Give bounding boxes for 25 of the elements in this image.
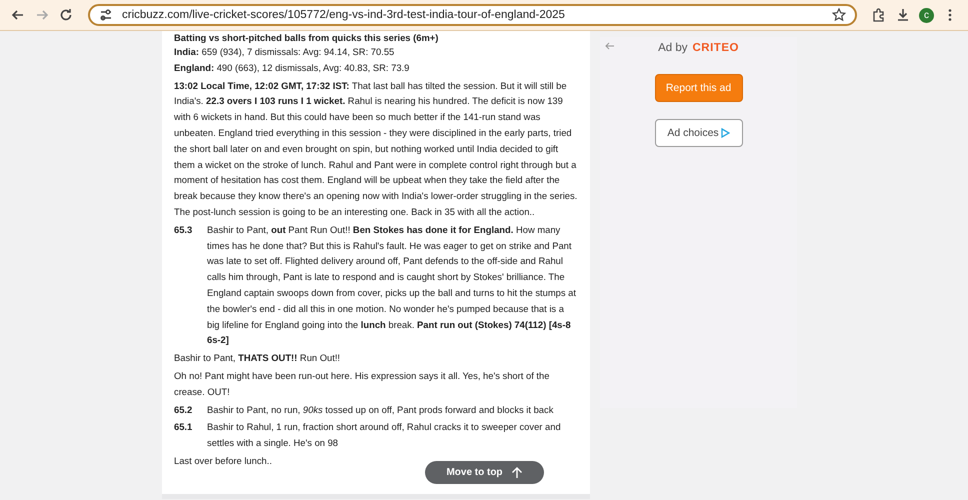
commentary-text: Bashir to Pant, no run, 90ks tossed up on off, Pant prods forward and blocks it back xyxy=(207,402,554,417)
move-to-top-button[interactable]: Move to top xyxy=(425,461,544,484)
stats-line: India: 659 (934), 7 dismissals: Avg: 94.14, SR: 70.55 xyxy=(174,45,394,59)
commentary-text: Last over before lunch.. xyxy=(174,454,272,468)
stats-heading: Batting vs short-pitched balls from quicks this series (6m+) xyxy=(174,31,438,44)
site-settings-icon[interactable] xyxy=(98,7,114,23)
commentary-text: Oh no! Pant might have been run-out here. His expression says it all. Yes, he's short of the crease. OUT! xyxy=(174,368,550,399)
over-number: 65.3 xyxy=(174,222,194,237)
up-arrow-icon xyxy=(510,466,523,478)
reload-icon[interactable] xyxy=(58,7,74,23)
commentary-text: Bashir to Pant, out Pant Run Out!! Ben Stokes has done it for England. How many times has he done that? But this is Rahul's fault. He was eager to get on strike and Pant was late to set off. Flighted delivery around off, Pant defends to the off-side and Rahul calls him through, Pant is late to respond and is caught short by Stokes' brilliance. The England captain swoops down from cover, picks up the ball and turns to hit the stumps at the bowler's end - did all this in one motion. No wonder he's pumped because that is a big lifeline for England going into the lunch break. Pant run out (Stokes) 74(112) [4s-8 6s-2] xyxy=(207,222,577,348)
profile-avatar[interactable]: c xyxy=(919,8,934,22)
ad-choices-button[interactable]: Ad choices xyxy=(654,119,742,147)
address-bar[interactable]: cricbuzz.com/live-cricket-scores/105772/eng-vs-ind-3rd-test-india-tour-of-england-2025 xyxy=(88,4,857,26)
ad-label: Ad by xyxy=(658,42,688,54)
download-icon[interactable] xyxy=(895,7,911,23)
stats-line: England: 490 (663), 12 dismissals, Avg: 40.83, SR: 73.9 xyxy=(174,60,410,75)
over-number: 65.1 xyxy=(174,420,194,434)
commentary-text: 13:02 Local Time, 12:02 GMT, 17:32 IST: That last ball has tilted the session. But it will still be India's. 22.3 overs I 103 runs I 1 wicket. Rahul is nearing his hundred. The deficit is now 139 with 6 wickets in hand. But this could have been so much better if the 141-run stand was unbeaten. England tried everything in this session - they were disciplined in the early parts, tried the short ball later on and even brought on spin, but nothing worked until India decided to gift them a wicket on the stroke of lunch. Rahul and Pant were in complete control right through but a moment of hesitation has cost them. England will be upbeat when they take the field after the break because they know there's an opening now with India's lower-order struggling in the series. The post-lunch session is going to be an interesting one. Back in 35 with all the action.. xyxy=(174,78,578,219)
play-triangle-icon xyxy=(720,128,730,138)
commentary-text: Bashir to Rahul, 1 run, fraction short around off, Rahul cracks it to sweeper cover and settles with a single. He's on 98 xyxy=(207,420,562,450)
over-number: 65.2 xyxy=(174,402,194,417)
back-arrow-icon[interactable] xyxy=(605,41,615,51)
star-icon[interactable] xyxy=(831,7,847,23)
commentary-text: Bashir to Pant, THATS OUT!! Run Out!! xyxy=(174,351,340,366)
